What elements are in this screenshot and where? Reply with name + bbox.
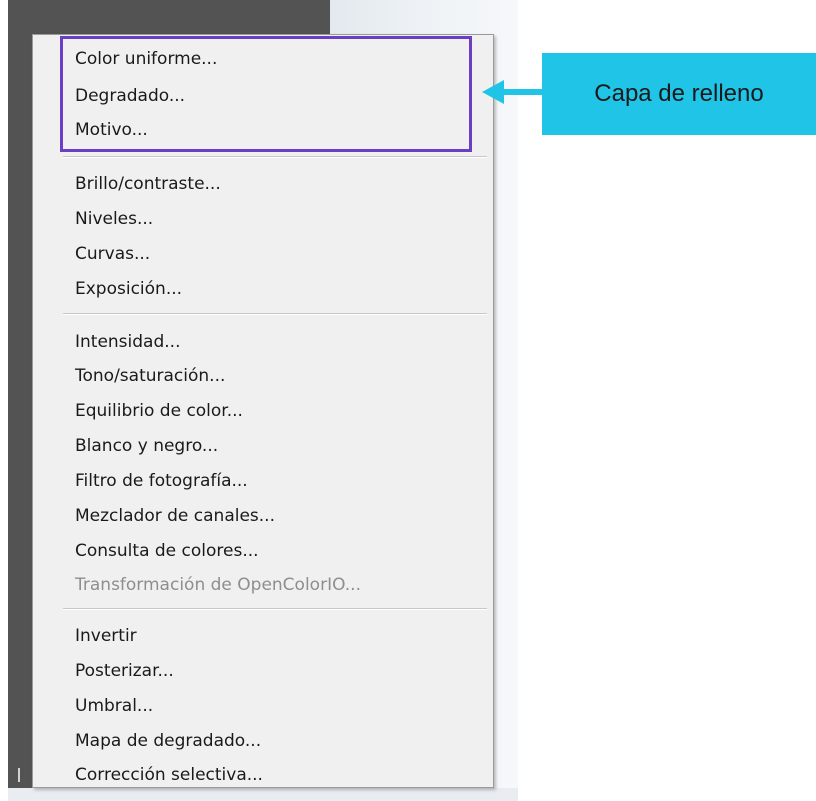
menu-item-motivo[interactable]: Motivo... bbox=[75, 120, 148, 140]
menu-item-niveles[interactable]: Niveles... bbox=[75, 209, 153, 229]
menu-item-curvas[interactable]: Curvas... bbox=[75, 244, 150, 264]
menu-separator bbox=[63, 608, 487, 610]
callout-label: Capa de relleno bbox=[542, 53, 816, 135]
menu-item-blanco-y-negro[interactable]: Blanco y negro... bbox=[75, 436, 218, 456]
menu-item-equilibrio-de-color[interactable]: Equilibrio de color... bbox=[75, 401, 243, 421]
menu-item-mapa-de-degradado[interactable]: Mapa de degradado... bbox=[75, 731, 261, 751]
menu-item-mezclador-de-canales[interactable]: Mezclador de canales... bbox=[75, 506, 275, 526]
app-background-bottom-strip bbox=[8, 788, 518, 801]
menu-item-consulta-de-colores[interactable]: Consulta de colores... bbox=[75, 541, 259, 561]
callout-arrow-stem bbox=[502, 89, 544, 95]
menu-item-invertir[interactable]: Invertir bbox=[75, 626, 137, 646]
menu-item-posterizar[interactable]: Posterizar... bbox=[75, 661, 174, 681]
menu-item-brillo-contraste[interactable]: Brillo/contraste... bbox=[75, 174, 221, 194]
menu-separator bbox=[63, 156, 487, 158]
menu-item-umbral[interactable]: Umbral... bbox=[75, 696, 153, 716]
callout-text: Capa de relleno bbox=[594, 80, 764, 107]
menu-item-filtro-de-fotografia[interactable]: Filtro de fotografía... bbox=[75, 471, 248, 491]
app-background-marker bbox=[18, 768, 20, 782]
adjustment-layer-menu: Color uniforme... Degradado... Motivo...… bbox=[32, 34, 494, 788]
menu-item-correccion-selectiva[interactable]: Corrección selectiva... bbox=[75, 765, 263, 785]
menu-item-color-uniforme[interactable]: Color uniforme... bbox=[75, 49, 217, 69]
menu-item-intensidad[interactable]: Intensidad... bbox=[75, 332, 180, 352]
menu-item-degradado[interactable]: Degradado... bbox=[75, 86, 185, 106]
menu-item-tono-saturacion[interactable]: Tono/saturación... bbox=[75, 366, 225, 386]
menu-separator bbox=[63, 313, 487, 315]
menu-item-transformacion-opencolorio: Transformación de OpenColorIO... bbox=[75, 575, 361, 595]
callout-arrow-icon bbox=[482, 80, 504, 104]
menu-item-exposicion[interactable]: Exposición... bbox=[75, 279, 182, 299]
